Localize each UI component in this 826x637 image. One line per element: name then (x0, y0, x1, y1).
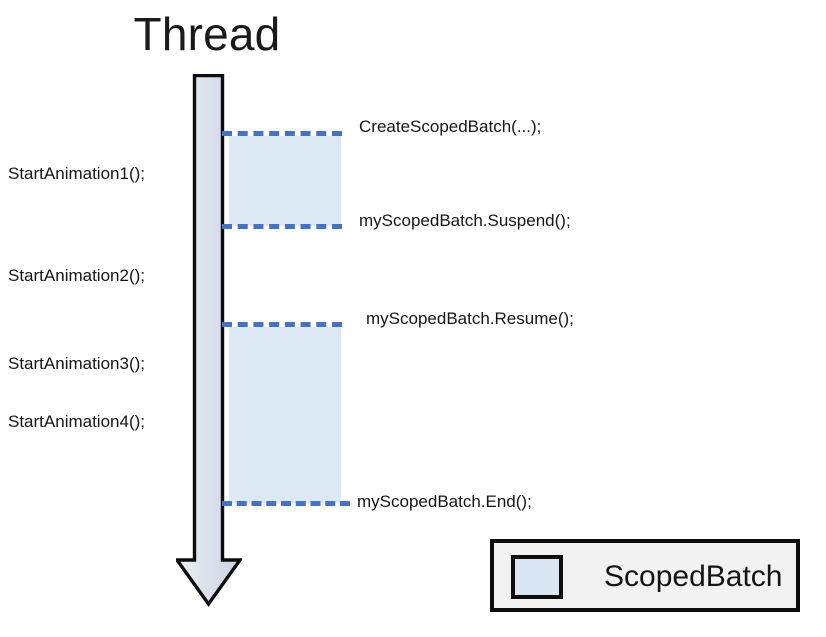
label-start-animation-2: StartAnimation2(); (8, 266, 145, 285)
dashed-line-create-scoped-batch (222, 131, 342, 136)
legend: ScopedBatch (490, 539, 800, 612)
label-start-animation-1: StartAnimation1(); (8, 164, 145, 183)
label-scoped-batch-end: myScopedBatch.End(); (357, 492, 532, 511)
label-start-animation-4: StartAnimation4(); (8, 412, 145, 431)
legend-swatch-scoped-batch (511, 555, 563, 599)
dashed-line-end (222, 501, 350, 506)
label-scoped-batch-suspend: myScopedBatch.Suspend(); (359, 211, 571, 230)
dashed-line-suspend (222, 224, 342, 229)
scoped-batch-region-1 (229, 136, 341, 226)
label-scoped-batch-resume: myScopedBatch.Resume(); (366, 309, 574, 328)
dashed-line-resume (222, 322, 342, 327)
label-create-scoped-batch: CreateScopedBatch(...); (359, 117, 542, 136)
page-title: Thread (133, 8, 281, 60)
legend-label-scoped-batch: ScopedBatch (604, 560, 783, 593)
label-start-animation-3: StartAnimation3(); (8, 354, 145, 373)
scoped-batch-region-2 (229, 327, 341, 503)
diagram-canvas: Thread StartAnimation1(); StartAnimation… (0, 0, 826, 637)
